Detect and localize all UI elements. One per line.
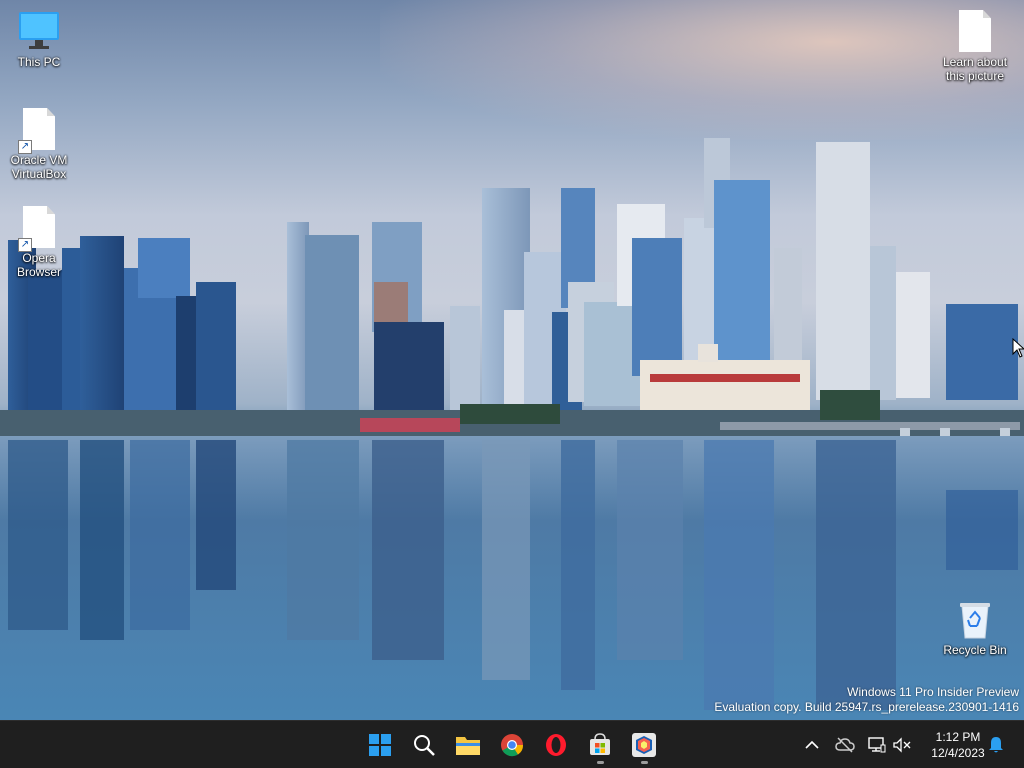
running-indicator <box>641 761 648 764</box>
cloud-offline-icon <box>835 737 855 753</box>
desktop-icon-label: Learn about this picture <box>942 55 1008 83</box>
taskbar: 1:12 PM 12/4/2023 <box>0 720 1024 768</box>
desktop-icon-label: Recycle Bin <box>943 643 1007 657</box>
windows-logo-icon <box>369 734 391 756</box>
show-hidden-icons-button[interactable] <box>800 733 824 757</box>
volume-muted-icon <box>893 737 911 753</box>
chevron-up-icon <box>805 740 819 749</box>
monitor-icon <box>19 12 59 49</box>
evaluation-watermark: Windows 11 Pro Insider Preview Evaluatio… <box>714 685 1019 715</box>
desktop-icon-this-pc[interactable]: This PC <box>2 10 76 69</box>
network-button[interactable] <box>865 733 889 757</box>
city-skyline-wallpaper <box>0 138 1024 720</box>
file-shortcut-icon: ↗ <box>18 206 55 252</box>
search-button[interactable] <box>404 725 444 765</box>
virtualbox-button[interactable] <box>624 725 664 765</box>
shortcut-arrow-icon: ↗ <box>18 140 32 154</box>
desktop-icon-label: This PC <box>17 55 61 69</box>
network-icon <box>868 737 886 753</box>
shortcut-arrow-icon: ↗ <box>18 238 32 252</box>
onedrive-button[interactable] <box>833 733 857 757</box>
chrome-button[interactable] <box>492 725 532 765</box>
store-icon <box>590 733 610 755</box>
file-shortcut-icon: ↗ <box>18 108 55 154</box>
desktop-icon-label: Opera Browser <box>16 251 61 279</box>
desktop-icon-opera-browser[interactable]: ↗ Opera Browser <box>2 206 76 279</box>
running-indicator <box>597 761 604 764</box>
notification-bell-icon <box>989 737 1003 753</box>
recycle-bin-icon <box>960 603 990 639</box>
volume-button[interactable] <box>890 733 914 757</box>
start-button[interactable] <box>360 725 400 765</box>
desktop-icon-recycle-bin[interactable]: Recycle Bin <box>938 600 1012 657</box>
chrome-icon <box>501 734 524 757</box>
watermark-line-2: Evaluation copy. Build 25947.rs_prerelea… <box>714 700 1019 714</box>
desktop-icon-label: Oracle VM VirtualBox <box>10 153 68 181</box>
opera-button[interactable] <box>536 725 576 765</box>
file-icon <box>959 10 991 52</box>
virtualbox-icon <box>632 733 656 757</box>
folder-icon <box>456 737 480 755</box>
watermark-line-1: Windows 11 Pro Insider Preview <box>847 685 1019 699</box>
microsoft-store-button[interactable] <box>580 725 620 765</box>
file-explorer-button[interactable] <box>448 725 488 765</box>
notifications-button[interactable] <box>984 733 1008 757</box>
opera-icon <box>546 734 566 756</box>
search-icon <box>414 735 435 756</box>
desktop-icon-learn-about-this-picture[interactable]: Learn about this picture <box>938 10 1012 83</box>
desktop-background[interactable]: This PC ↗ Oracle VM VirtualBox ↗ Opera B… <box>0 0 1024 720</box>
desktop-icon-oracle-vm-virtualbox[interactable]: ↗ Oracle VM VirtualBox <box>2 108 76 181</box>
mouse-cursor-icon <box>1012 338 1024 358</box>
